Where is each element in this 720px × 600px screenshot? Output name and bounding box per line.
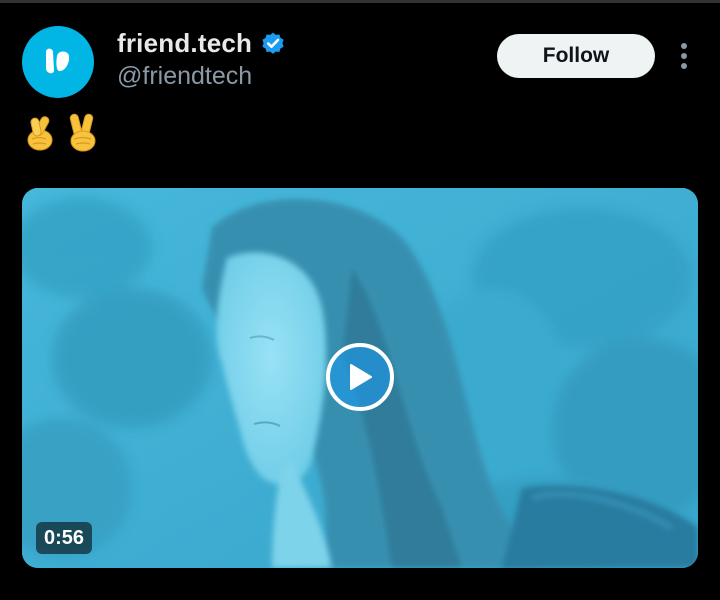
video-duration-badge: 0:56 — [36, 522, 93, 554]
author-display-name[interactable]: friend.tech — [117, 28, 252, 59]
hand-with-index-finger-and-thumb-crossed-emoji-icon — [27, 116, 53, 151]
video-player[interactable]: 0:56 — [22, 188, 698, 568]
follow-button[interactable]: Follow — [497, 34, 655, 78]
more-vertical-icon-dot — [681, 63, 687, 69]
more-vertical-icon-dot — [681, 53, 687, 59]
top-divider — [0, 0, 720, 3]
more-vertical-icon — [681, 43, 687, 49]
author-avatar[interactable] — [22, 26, 94, 98]
victory-hand-emoji-icon — [69, 113, 96, 152]
author-name-row[interactable]: friend.tech — [117, 28, 286, 59]
play-button[interactable] — [326, 343, 394, 411]
post-text — [24, 112, 100, 152]
play-icon — [350, 364, 372, 390]
author-handle[interactable]: @friendtech — [117, 62, 252, 91]
more-options-button[interactable] — [672, 40, 696, 72]
verified-badge-icon — [262, 32, 284, 54]
friendtech-logo-icon — [46, 48, 70, 74]
